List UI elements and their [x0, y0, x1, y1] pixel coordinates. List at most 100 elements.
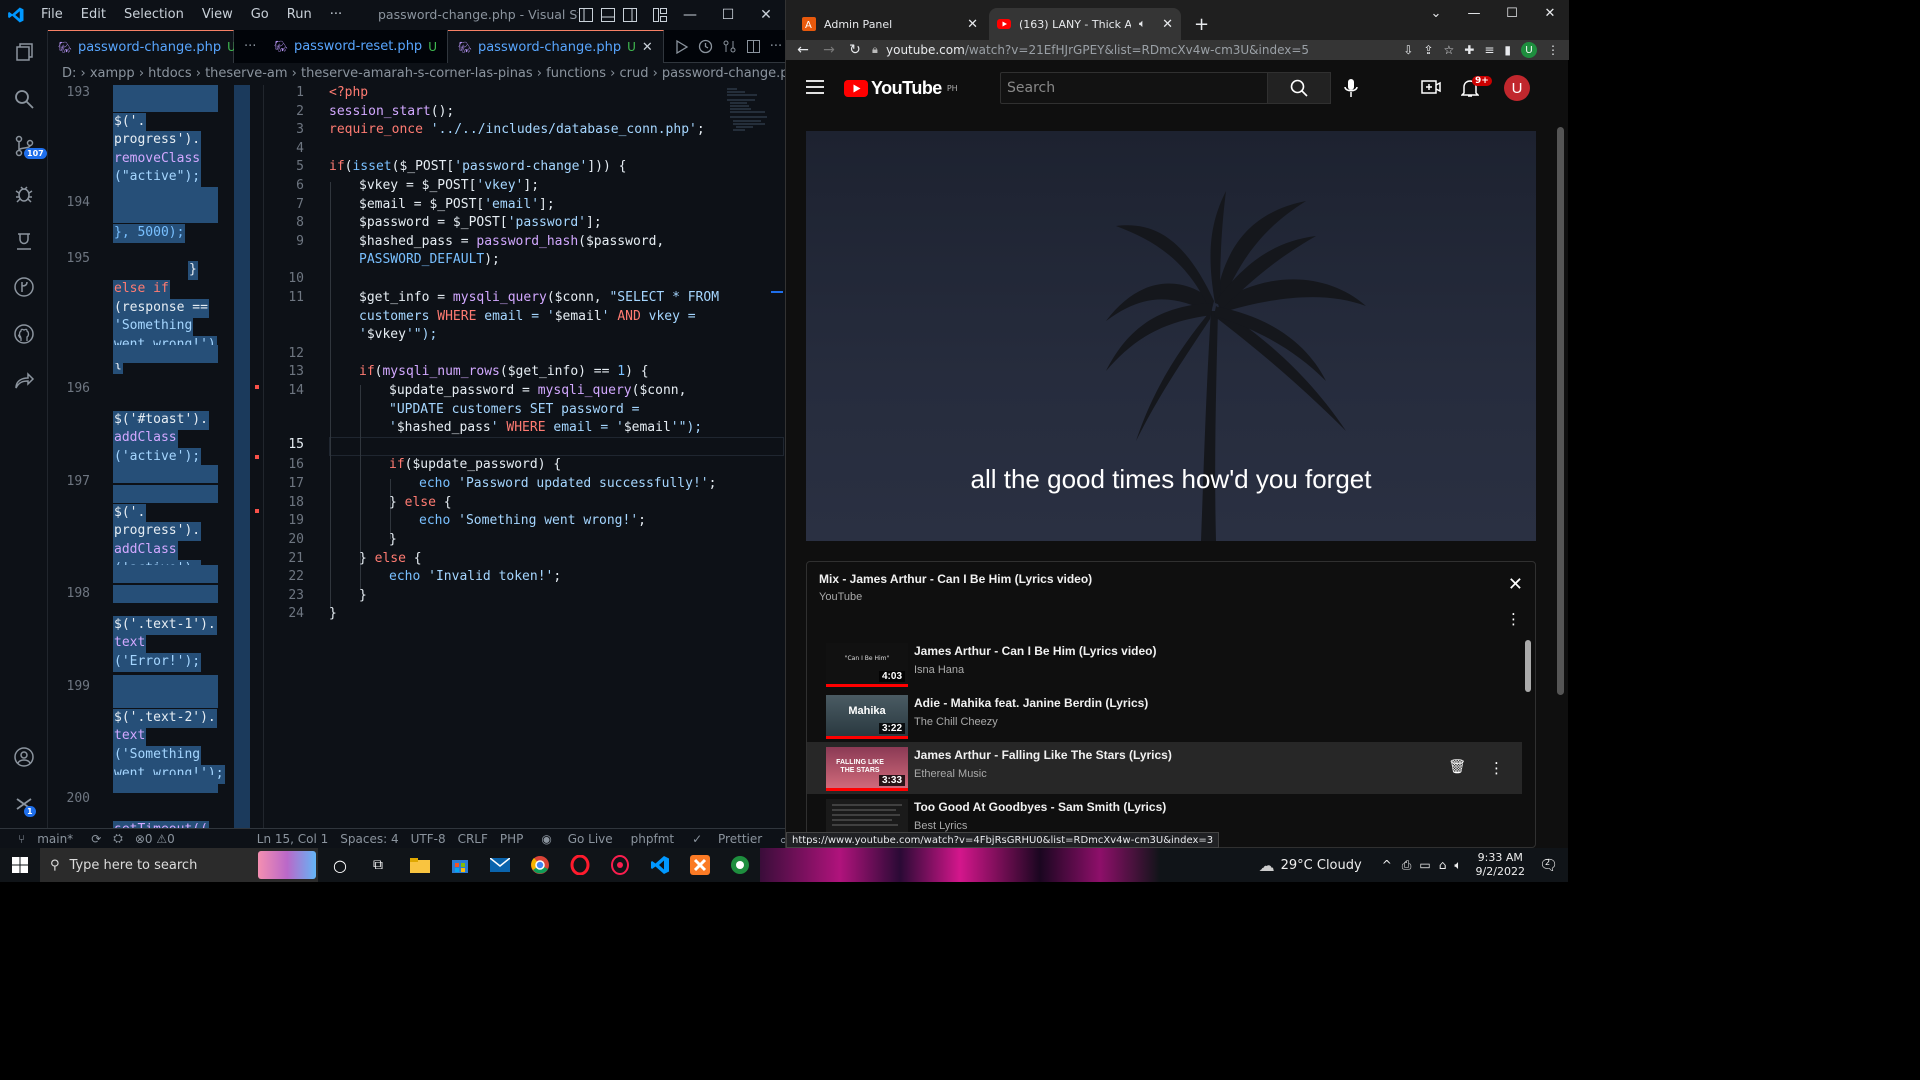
tab-admin-panel[interactable]: A Admin Panel ✕: [794, 8, 986, 40]
mail-icon[interactable]: [488, 853, 512, 877]
taskbar-search-box[interactable]: ⚲ Type here to search: [40, 848, 318, 882]
toggle-primary-sidebar-icon[interactable]: [578, 7, 594, 23]
profile-avatar[interactable]: U: [1521, 42, 1537, 58]
item-menu-icon[interactable]: ⋮: [1489, 759, 1504, 777]
url-bar[interactable]: youtube.com/watch?v=21EfHJrGPEY&list=RDm…: [886, 40, 1309, 60]
search-button[interactable]: [1267, 72, 1331, 104]
search-icon[interactable]: [0, 79, 48, 119]
menu-edit[interactable]: Edit: [72, 0, 115, 30]
volume-icon[interactable]: 🔈︎: [1450, 858, 1465, 873]
file-explorer-icon[interactable]: [408, 853, 432, 877]
prettier-button[interactable]: ✓ Prettier: [680, 832, 774, 846]
tab-search-icon[interactable]: ⌄: [1417, 0, 1455, 26]
xampp-icon[interactable]: [688, 853, 712, 877]
encoding[interactable]: UTF-8: [405, 832, 452, 846]
playlist-menu-icon[interactable]: ⋮: [1506, 610, 1521, 628]
git-graph-icon[interactable]: [0, 267, 48, 307]
hamburger-menu-icon[interactable]: [806, 80, 824, 94]
show-hidden-icons-icon[interactable]: ^: [1376, 858, 1398, 872]
playlist-title[interactable]: Mix - James Arthur - Can I Be Him (Lyric…: [819, 572, 1092, 586]
chrome-profile-icon[interactable]: [728, 853, 752, 877]
left-more-actions[interactable]: ···: [234, 30, 264, 63]
meet-now-icon[interactable]: ⎙: [1398, 858, 1416, 873]
run-code-icon[interactable]: [674, 39, 689, 54]
line-endings[interactable]: CRLF: [452, 832, 494, 846]
tab-close-icon[interactable]: ✕: [642, 40, 653, 55]
menu-run[interactable]: Run: [278, 0, 321, 30]
tab-close-icon[interactable]: ✕: [967, 17, 978, 32]
right-editor-pane[interactable]: 1 2 3 4 5 6 7 8 9 10 11 12 13 14 15 16 17 18 19 20 21 22 23 24 …: [264, 85, 785, 828]
language-mode[interactable]: PHP: [494, 832, 530, 846]
install-app-icon[interactable]: ⇩: [1403, 43, 1413, 57]
microsoft-store-icon[interactable]: [448, 853, 472, 877]
back-icon[interactable]: ←: [790, 42, 816, 58]
side-panel-icon[interactable]: ▮: [1504, 43, 1511, 57]
battery-icon[interactable]: ▭: [1415, 858, 1434, 872]
playlist-item[interactable]: "Can I Be Him" 4:03 James Arthur - Can I…: [807, 638, 1522, 690]
compare-changes-icon[interactable]: [722, 39, 737, 54]
browser-menu-icon[interactable]: ⋮: [1547, 43, 1559, 57]
indentation[interactable]: Spaces: 4: [334, 832, 404, 846]
page-scrollbar[interactable]: [1557, 127, 1564, 695]
media-control-icon[interactable]: ≡: [1484, 43, 1494, 57]
branch-indicator[interactable]: ⑂ main*: [0, 832, 85, 846]
menu-file[interactable]: File: [32, 0, 72, 30]
menu-view[interactable]: View: [193, 0, 242, 30]
playlist-item[interactable]: Mahika 3:22 Adie - Mahika feat. Janine B…: [807, 690, 1522, 742]
weather-text[interactable]: 29°C Cloudy: [1275, 858, 1376, 873]
share-icon[interactable]: ⇪: [1423, 43, 1433, 57]
debug-icon[interactable]: [0, 173, 48, 213]
toggle-secondary-sidebar-icon[interactable]: [622, 7, 638, 23]
tab-youtube[interactable]: (163) LANY - Thick And Thin 🔈︎ ✕: [989, 8, 1181, 40]
youtube-logo[interactable]: YouTube PH: [844, 78, 958, 99]
tab-password-change-right[interactable]: 🐘︎ password-change.php U ✕: [447, 30, 664, 63]
cursor-position[interactable]: Ln 15, Col 1: [251, 832, 335, 846]
maximize-icon[interactable]: ☐: [709, 0, 747, 30]
chrome-icon[interactable]: [528, 853, 552, 877]
close-icon[interactable]: ✕: [1531, 0, 1569, 26]
minimize-icon[interactable]: —: [671, 0, 709, 30]
breadcrumb[interactable]: D: › xampp › htdocs › theserve-am › thes…: [48, 63, 785, 85]
customize-layout-icon[interactable]: [652, 7, 668, 23]
close-playlist-icon[interactable]: ✕: [1508, 574, 1523, 595]
testing-icon[interactable]: [0, 220, 48, 260]
maximize-icon[interactable]: ☐: [1493, 0, 1531, 26]
bookmark-star-icon[interactable]: ☆: [1444, 43, 1455, 57]
github-icon[interactable]: [0, 314, 48, 354]
weather-icon[interactable]: ☁: [1259, 856, 1275, 875]
menu-more[interactable]: ···: [321, 0, 351, 30]
reload-icon[interactable]: ↻: [842, 42, 868, 58]
accounts-icon[interactable]: [0, 737, 48, 777]
go-live-button[interactable]: ◉ Go Live: [529, 832, 624, 846]
delete-icon[interactable]: 🗑︎: [1448, 759, 1466, 775]
opera-gx-icon[interactable]: [608, 853, 632, 877]
network-icon[interactable]: ⌂: [1435, 858, 1451, 872]
lock-icon[interactable]: 🔒︎: [872, 43, 878, 57]
audio-playing-icon[interactable]: 🔈︎: [1139, 17, 1146, 31]
split-editor-icon[interactable]: [746, 39, 761, 54]
live-share-icon[interactable]: [0, 361, 48, 401]
timeline-icon[interactable]: [698, 39, 713, 54]
playlist-subtitle[interactable]: YouTube: [819, 591, 862, 603]
vscode-taskbar-icon[interactable]: [648, 853, 672, 877]
task-view-icon[interactable]: ⧉: [366, 853, 390, 877]
create-video-icon[interactable]: [1421, 78, 1441, 96]
opera-icon[interactable]: [568, 853, 592, 877]
minimap[interactable]: [725, 85, 770, 135]
tab-password-change-left[interactable]: 🐘︎ password-change.php U: [48, 30, 236, 63]
manage-gear-icon[interactable]: 1: [0, 784, 48, 824]
new-tab-button[interactable]: +: [1186, 8, 1217, 40]
action-center-icon[interactable]: 🗨︎ 2: [1535, 856, 1568, 874]
toggle-panel-icon[interactable]: [600, 7, 616, 23]
clock[interactable]: 9:33 AM 9/2/2022: [1466, 851, 1535, 879]
cortana-icon[interactable]: ○: [328, 853, 352, 877]
voice-search-button[interactable]: [1331, 72, 1371, 104]
extensions-sync-icon[interactable]: ⛭: [107, 831, 129, 846]
extensions-puzzle-icon[interactable]: ✚: [1464, 43, 1474, 57]
minimize-icon[interactable]: —: [1455, 0, 1493, 26]
search-input[interactable]: Search: [1000, 72, 1268, 104]
playlist-scrollbar[interactable]: [1525, 640, 1531, 692]
left-editor-pane[interactable]: 193 194 195 196 197 198 199 200 $('. progress').…: [48, 85, 264, 828]
video-player[interactable]: all the good times how'd you forget: [806, 131, 1536, 541]
account-avatar[interactable]: U: [1504, 75, 1530, 101]
